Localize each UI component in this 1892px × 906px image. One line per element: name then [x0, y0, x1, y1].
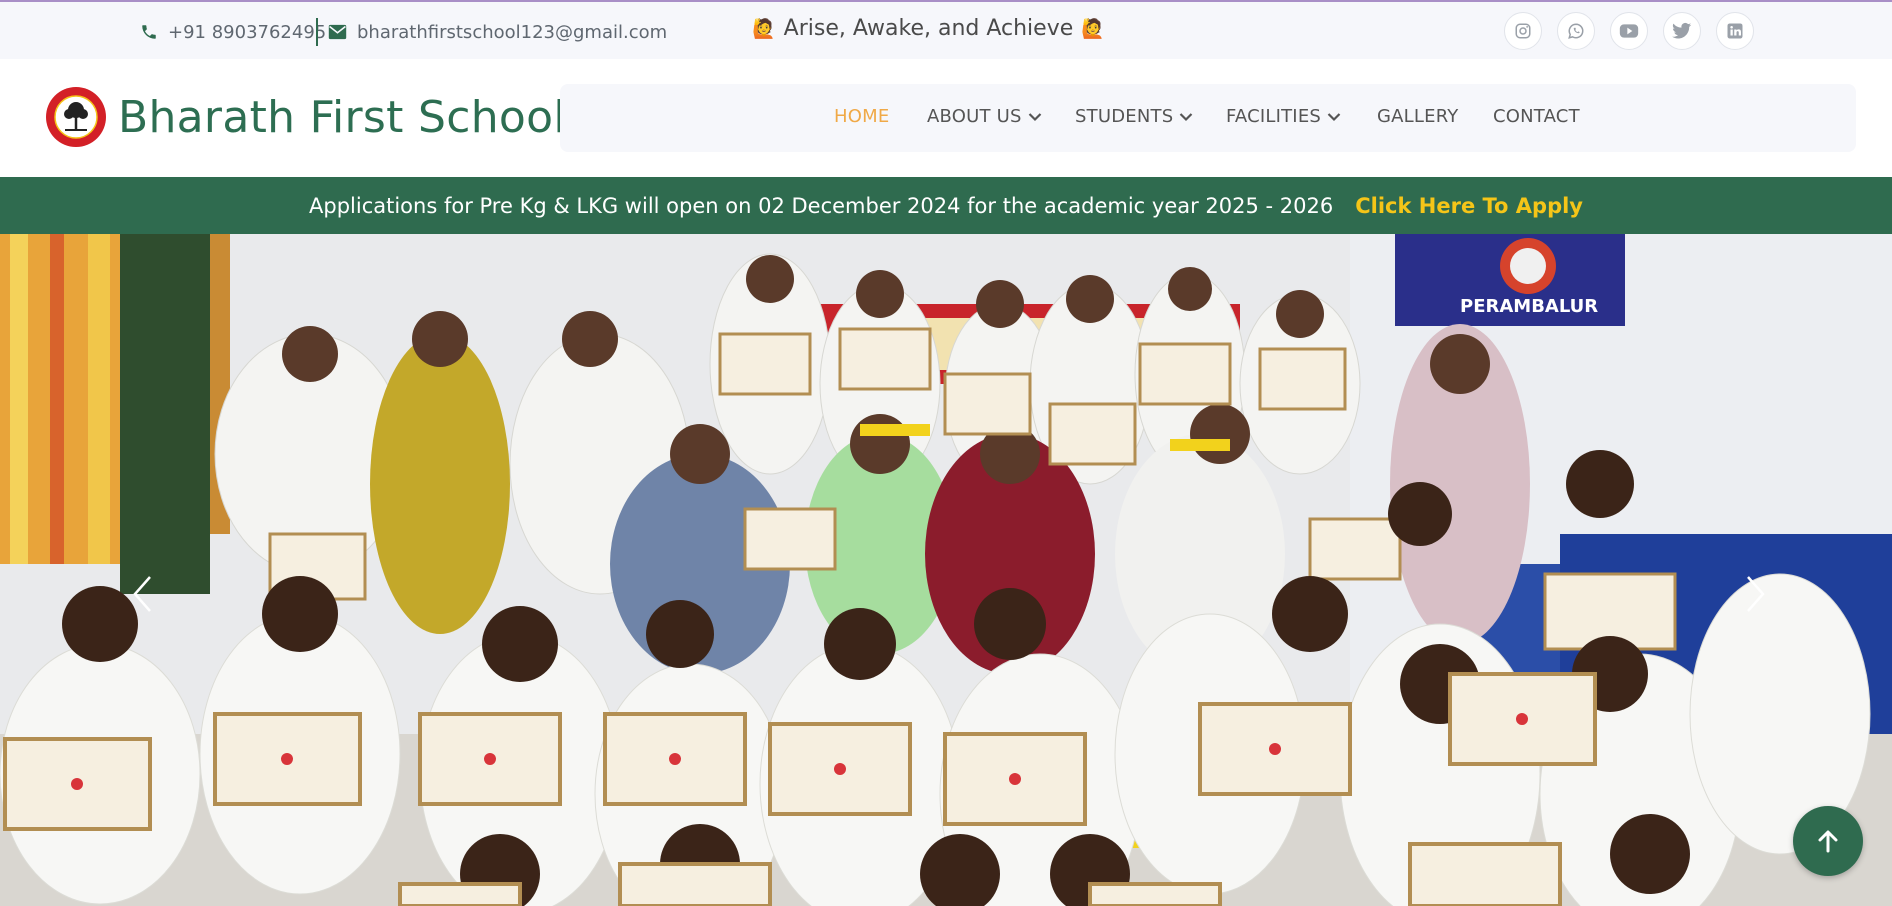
chevron-down-icon	[1180, 113, 1193, 122]
main-navigation: HOME ABOUT US STUDENTS FACILITIES GALLER…	[560, 84, 1856, 152]
chevron-down-icon	[1028, 113, 1041, 122]
school-logo[interactable]	[45, 86, 107, 148]
email-contact[interactable]: bharathfirstschool123@gmail.com	[316, 18, 667, 46]
top-bar: +91 8903762495 bharathfirstschool123@gma…	[0, 0, 1892, 59]
carousel-prev-button[interactable]	[122, 564, 162, 624]
banner-text: PERAMBALUR	[1460, 296, 1598, 317]
announcement-bar: Applications for Pre Kg & LKG will open …	[0, 177, 1892, 234]
envelope-icon	[328, 24, 347, 40]
nav-label: GALLERY	[1377, 106, 1459, 127]
apply-link[interactable]: Click Here To Apply	[1355, 194, 1583, 218]
back-to-top-button[interactable]	[1793, 806, 1863, 876]
instagram-icon[interactable]	[1504, 12, 1542, 50]
site-header: Bharath First School HOME ABOUT US STUDE…	[0, 59, 1892, 177]
nav-label: ABOUT US	[927, 106, 1022, 127]
phone-contact[interactable]: +91 8903762495	[140, 18, 326, 46]
twitter-icon[interactable]	[1663, 12, 1701, 50]
phone-number: +91 8903762495	[168, 21, 327, 43]
nav-facilities[interactable]: FACILITIES	[1226, 106, 1341, 127]
arrow-up-icon	[1818, 830, 1838, 853]
chevron-right-icon	[1747, 576, 1765, 612]
hero-carousel: PERAMBALUR	[0, 234, 1892, 906]
tagline: 🙋 Arise, Awake, and Achieve 🙋	[752, 16, 1105, 41]
whatsapp-icon[interactable]	[1557, 12, 1595, 50]
chevron-left-icon	[133, 576, 151, 612]
tagline-text: Arise, Awake, and Achieve	[783, 16, 1074, 41]
hero-photo: PERAMBALUR	[0, 234, 1892, 906]
linkedin-icon[interactable]	[1716, 12, 1754, 50]
chevron-down-icon	[1327, 113, 1341, 122]
phone-icon	[142, 25, 156, 39]
nav-gallery[interactable]: GALLERY	[1377, 106, 1458, 127]
raising-hand-emoji: 🙋	[1081, 18, 1105, 40]
nav-label: CONTACT	[1493, 106, 1580, 127]
email-address: bharathfirstschool123@gmail.com	[357, 21, 668, 43]
announcement-text: Applications for Pre Kg & LKG will open …	[309, 193, 1334, 218]
nav-label: HOME	[834, 106, 890, 127]
social-links	[1504, 12, 1754, 50]
carousel-next-button[interactable]	[1736, 564, 1776, 624]
site-title[interactable]: Bharath First School	[118, 92, 566, 143]
youtube-icon[interactable]	[1610, 12, 1648, 50]
raising-hand-emoji: 🙋	[752, 18, 776, 40]
nav-label: FACILITIES	[1226, 106, 1322, 127]
nav-students[interactable]: STUDENTS	[1075, 106, 1193, 127]
nav-home[interactable]: HOME	[834, 106, 889, 127]
nav-contact[interactable]: CONTACT	[1493, 106, 1580, 127]
nav-label: STUDENTS	[1075, 106, 1174, 127]
nav-about-us[interactable]: ABOUT US	[927, 106, 1042, 127]
